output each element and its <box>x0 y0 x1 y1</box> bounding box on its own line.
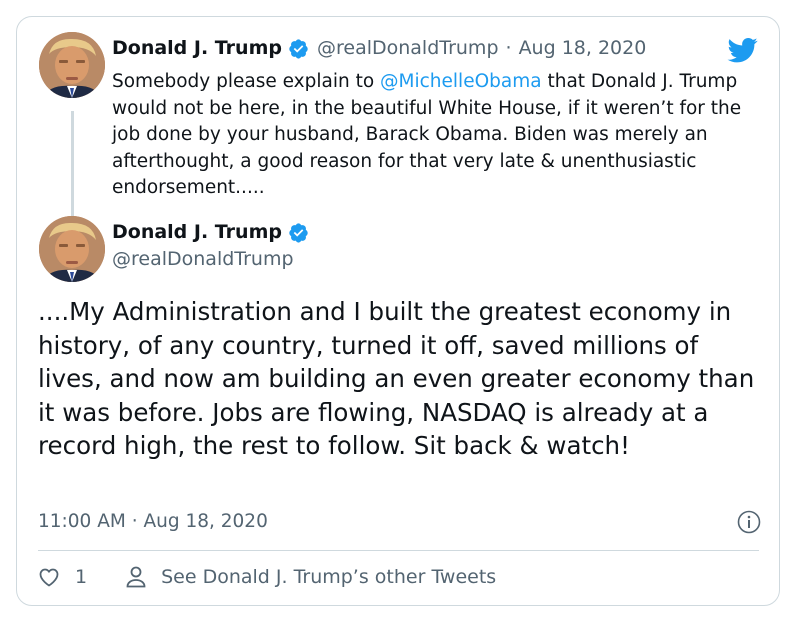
tweet-actions: 1 See Donald J. Trump’s other Tweets <box>37 565 496 589</box>
thread-connector-line <box>71 111 74 223</box>
other-tweets-link[interactable]: See Donald J. Trump’s other Tweets <box>161 566 496 588</box>
quoted-header: Donald J. Trump @realDonaldTrump · Aug 1… <box>112 37 646 59</box>
like-count: 1 <box>75 566 88 588</box>
main-tweet-text: ....My Administration and I built the gr… <box>38 297 755 460</box>
verified-badge-icon <box>289 38 308 59</box>
divider <box>38 550 759 551</box>
verified-badge-icon <box>289 222 308 243</box>
mention-link[interactable]: @MichelleObama <box>380 71 542 92</box>
person-icon[interactable] <box>125 565 147 589</box>
avatar-quoted[interactable] <box>39 32 105 98</box>
quoted-date[interactable]: Aug 18, 2020 <box>519 37 647 59</box>
quoted-text-part1: Somebody please explain to <box>112 71 381 92</box>
avatar-portrait-image <box>39 32 105 98</box>
main-header: Donald J. Trump <box>112 221 309 243</box>
avatar-portrait-image <box>39 216 105 282</box>
avatar-main[interactable] <box>39 216 105 282</box>
quoted-separator: · <box>505 37 512 59</box>
tweet-timestamp[interactable]: 11:00 AM · Aug 18, 2020 <box>38 511 268 532</box>
heart-icon[interactable] <box>37 565 61 589</box>
tweet-embed-card: Donald J. Trump @realDonaldTrump · Aug 1… <box>16 16 780 606</box>
main-handle[interactable]: @realDonaldTrump <box>112 248 294 270</box>
info-icon[interactable] <box>737 510 761 534</box>
quoted-author-name[interactable]: Donald J. Trump <box>112 37 282 59</box>
twitter-bird-icon[interactable] <box>725 35 761 65</box>
main-author-name[interactable]: Donald J. Trump <box>112 221 282 243</box>
quoted-handle[interactable]: @realDonaldTrump <box>317 37 499 59</box>
quoted-tweet-text: Somebody please explain to @MichelleObam… <box>112 69 752 202</box>
